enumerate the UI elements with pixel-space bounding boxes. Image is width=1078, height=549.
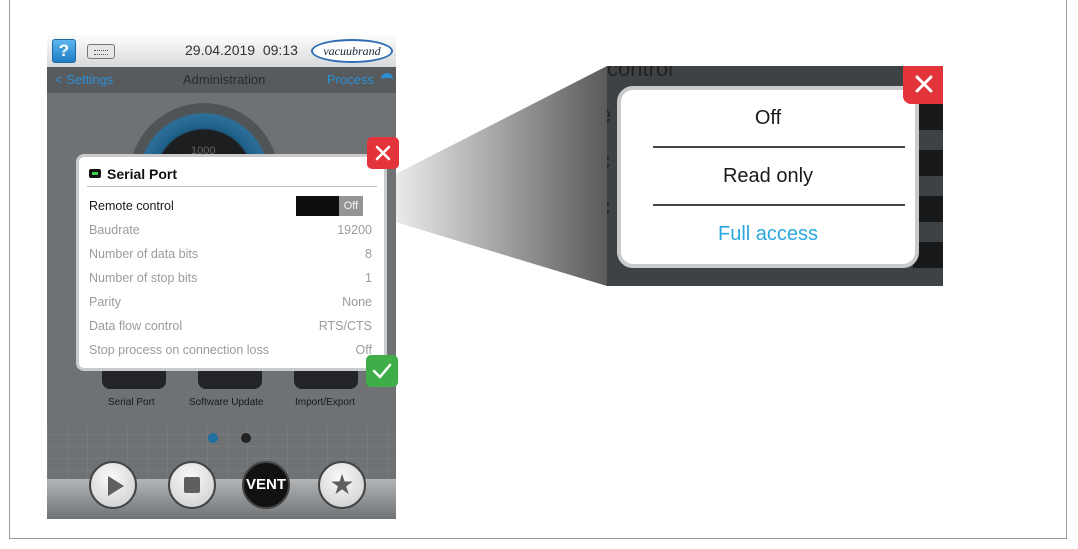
option-full-access[interactable]: Full access <box>621 223 915 246</box>
date-time: 29.04.2019 09:13 <box>185 42 298 58</box>
dialog-close-button[interactable] <box>367 137 399 169</box>
row-label-stop-bits: Number of stop bits <box>89 271 198 285</box>
vacuubrand-logo: vacuubrand <box>311 39 393 63</box>
option-read-only[interactable]: Read only <box>621 165 915 188</box>
background-letter: c <box>607 148 610 174</box>
row-label-remote-control: Remote control <box>89 199 174 213</box>
tile-label-software-update: Software Update <box>189 397 264 408</box>
close-icon <box>375 145 391 161</box>
close-icon <box>915 75 933 93</box>
row-label-baudrate: Baudrate <box>89 223 140 237</box>
row-label-data-bits: Number of data bits <box>89 247 199 261</box>
serial-port-icon <box>89 169 101 178</box>
row-label-data-flow-control: Data flow control <box>89 319 183 333</box>
process-link[interactable]: Process <box>327 72 374 87</box>
row-label-stop-on-connection-loss: Stop process on connection loss <box>89 343 269 357</box>
tile-label-serial-port: Serial Port <box>108 397 155 408</box>
process-eye-icon[interactable] <box>381 73 393 85</box>
page-dot-active[interactable] <box>208 433 218 443</box>
row-value-data-flow-control: RTS/CTS <box>318 319 372 333</box>
remote-control-options-popup: Off Read only Full access <box>617 86 919 268</box>
row-label-parity: Parity <box>89 295 121 309</box>
dialog-confirm-button[interactable] <box>366 355 398 387</box>
row-value-baudrate: 19200 <box>337 223 372 237</box>
popup-close-button[interactable] <box>903 66 943 104</box>
nav-bar: < Settings Administration Process <box>47 67 396 93</box>
tile-label-import-export: Import/Export <box>295 397 356 408</box>
page-dot[interactable] <box>241 433 251 443</box>
divider <box>653 146 905 148</box>
start-button[interactable] <box>89 461 137 509</box>
remote-control-toggle[interactable]: Off <box>296 196 363 216</box>
option-off[interactable]: Off <box>621 107 915 130</box>
help-button[interactable]: ? <box>52 39 76 63</box>
vent-button[interactable]: VENT <box>242 461 290 509</box>
status-bar: ? 29.04.2019 09:13 vacuubrand <box>47 35 396 67</box>
page-title: Administration <box>183 72 266 87</box>
dialog-title: Serial Port <box>107 166 178 182</box>
row-value-data-bits: 8 <box>365 247 372 261</box>
favorites-button[interactable]: ★ <box>318 461 366 509</box>
divider <box>653 204 905 206</box>
row-value-parity: None <box>342 295 372 309</box>
date: 29.04.2019 <box>185 42 256 58</box>
divider <box>87 186 377 187</box>
background-label: control <box>607 66 674 81</box>
back-settings-link[interactable]: < Settings <box>55 72 113 87</box>
check-icon <box>372 363 392 379</box>
stop-button[interactable] <box>168 461 216 509</box>
stop-icon <box>184 477 200 493</box>
toggle-state: Off <box>339 196 363 216</box>
serial-port-status-icon <box>87 44 115 59</box>
zoom-inset: control e c c Off Read only Full access <box>607 66 943 286</box>
serial-port-dialog: Serial Port Remote control Off Baudrate … <box>76 154 387 371</box>
star-icon: ★ <box>329 469 355 500</box>
row-value-stop-bits: 1 <box>365 271 372 285</box>
time: 09:13 <box>262 42 298 58</box>
background-letter: e <box>607 102 611 128</box>
play-icon <box>108 476 124 496</box>
background-letter: c <box>607 194 610 220</box>
